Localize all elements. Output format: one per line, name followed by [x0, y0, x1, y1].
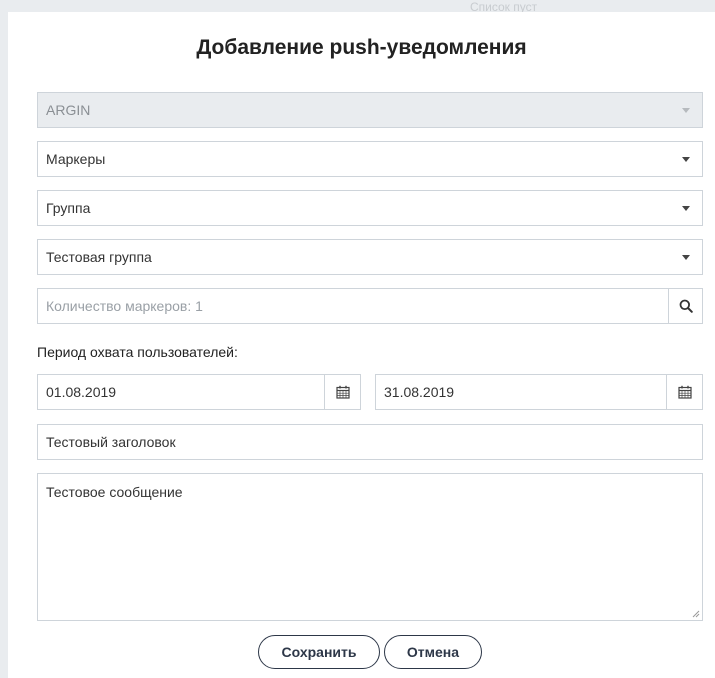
- chevron-down-icon: [670, 93, 702, 127]
- start-date-value[interactable]: 01.08.2019: [46, 384, 116, 400]
- selection-type-select-value: Группа: [46, 200, 91, 216]
- start-date-calendar-button[interactable]: [324, 375, 360, 409]
- end-date-value[interactable]: 31.08.2019: [384, 384, 454, 400]
- notification-message-textarea[interactable]: Тестовое сообщение: [37, 473, 703, 621]
- chevron-down-icon[interactable]: [670, 191, 702, 225]
- chevron-down-icon[interactable]: [670, 142, 702, 176]
- target-type-select-value: Маркеры: [46, 151, 106, 167]
- cancel-button[interactable]: Отмена: [384, 635, 482, 669]
- organization-select: ARGIN: [37, 92, 703, 128]
- notification-title-input[interactable]: Тестовый заголовок: [37, 424, 703, 460]
- organization-select-value: ARGIN: [46, 102, 91, 118]
- markers-search-field[interactable]: Количество маркеров: 1: [37, 288, 703, 324]
- markers-search-placeholder[interactable]: Количество маркеров: 1: [46, 298, 203, 314]
- save-button[interactable]: Сохранить: [258, 635, 380, 669]
- notification-title-value[interactable]: Тестовый заголовок: [46, 434, 176, 450]
- calendar-icon: [677, 385, 692, 399]
- search-button[interactable]: [668, 289, 702, 323]
- end-date-calendar-button[interactable]: [666, 375, 702, 409]
- period-label: Период охвата пользователей:: [37, 344, 238, 360]
- calendar-icon: [335, 385, 350, 399]
- chevron-down-icon[interactable]: [670, 240, 702, 274]
- resize-handle-icon[interactable]: [692, 610, 700, 618]
- notification-message-value[interactable]: Тестовое сообщение: [46, 484, 183, 500]
- selection-type-select[interactable]: Группа: [37, 190, 703, 226]
- modal-title: Добавление push-уведомления: [196, 36, 527, 59]
- end-date-field[interactable]: 31.08.2019: [375, 374, 703, 410]
- search-icon: [679, 299, 693, 313]
- group-select[interactable]: Тестовая группа: [37, 239, 703, 275]
- target-type-select[interactable]: Маркеры: [37, 141, 703, 177]
- start-date-field[interactable]: 01.08.2019: [37, 374, 361, 410]
- group-select-value: Тестовая группа: [46, 249, 152, 265]
- push-notification-modal: Добавление push-уведомления ARGIN Маркер…: [8, 12, 715, 678]
